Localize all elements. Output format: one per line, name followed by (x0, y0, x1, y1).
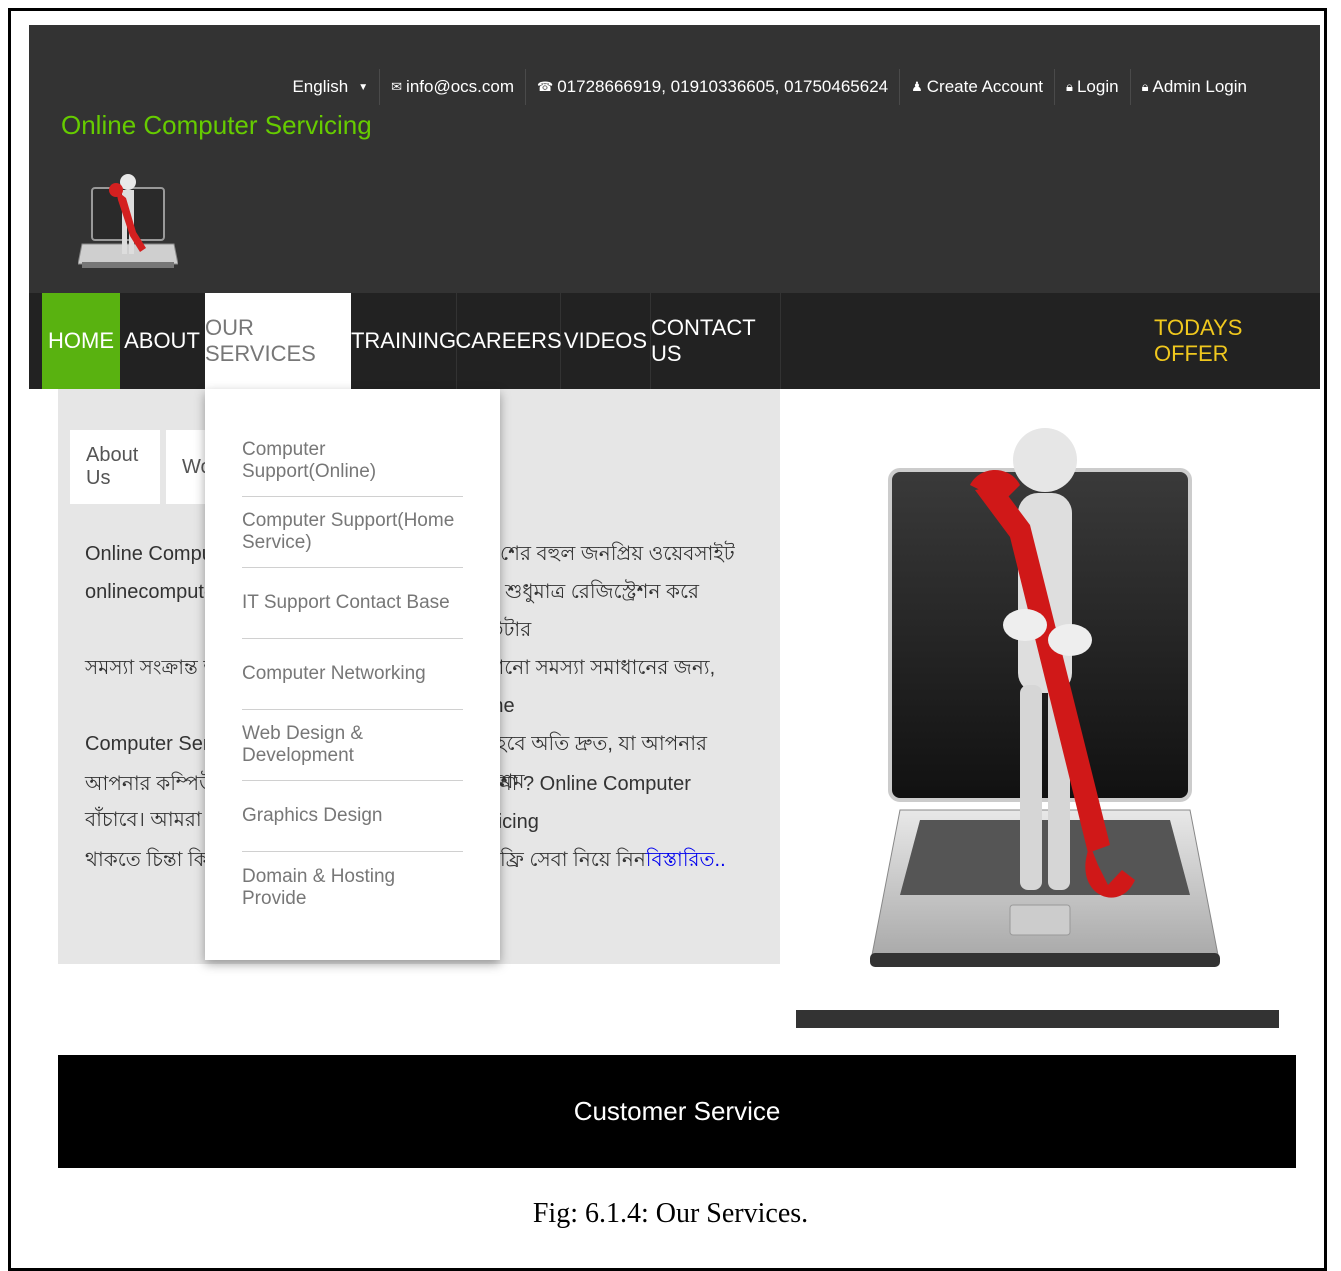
email-link[interactable]: ✉ info@ocs.com (379, 69, 525, 105)
create-account-label: Create Account (926, 77, 1044, 96)
customer-service-bar: Customer Service (58, 1055, 1296, 1168)
slider-indicator-bar[interactable] (796, 1010, 1279, 1028)
nav-todays-offer[interactable]: TODAYS OFFER (1154, 293, 1294, 389)
nav-home[interactable]: HOME (42, 293, 120, 389)
phone-icon: ☎ (537, 79, 554, 94)
dropdown-item[interactable]: Web Design & Development (242, 710, 463, 781)
dropdown-item[interactable]: Computer Networking (242, 639, 463, 710)
nav-contact-us[interactable]: CONTACT US (651, 293, 781, 389)
nav-our-services[interactable]: OUR SERVICES (205, 293, 351, 389)
dropdown-item[interactable]: IT Support Contact Base (242, 568, 463, 639)
language-selector[interactable]: English ▼ (281, 69, 379, 105)
top-bar: English ▼ ✉ info@ocs.com ☎ 01728666919, … (281, 69, 1258, 105)
user-icon: ♟ (911, 79, 923, 94)
nav-videos[interactable]: VIDEOS (561, 293, 651, 389)
figure-caption: Fig: 6.1.4: Our Services. (532, 1198, 809, 1229)
envelope-icon: ✉ (391, 79, 403, 94)
login-label: Login (1076, 77, 1119, 96)
main-nav: HOME ABOUT OUR SERVICES TRAINING CAREERS… (29, 293, 1320, 389)
admin-login-label: Admin Login (1152, 77, 1247, 96)
services-dropdown: Computer Support(Online) Computer Suppor… (205, 389, 500, 960)
nav-careers[interactable]: CAREERS (455, 293, 562, 389)
login-link[interactable]: 🔒︎ Login (1054, 69, 1130, 105)
dropdown-item[interactable]: Domain & Hosting Provide (242, 852, 463, 923)
logo-laptop-wrench-icon[interactable] (78, 168, 178, 270)
dropdown-item[interactable]: Graphics Design (242, 781, 463, 852)
lock-icon: 🔒︎ (1141, 79, 1149, 94)
phone-text: 01728666919, 01910336605, 01750465624 (557, 77, 889, 96)
dropdown-item[interactable]: Computer Support(Online) (242, 426, 463, 497)
caret-down-icon: ▼ (358, 81, 369, 93)
customer-service-label[interactable]: Customer Service (574, 1096, 781, 1127)
nav-about[interactable]: ABOUT (120, 293, 204, 389)
email-text: info@ocs.com (406, 77, 515, 96)
create-account-link[interactable]: ♟ Create Account (899, 69, 1054, 105)
site-header: English ▼ ✉ info@ocs.com ☎ 01728666919, … (29, 25, 1320, 293)
admin-login-link[interactable]: 🔒︎ Admin Login (1129, 69, 1258, 105)
tab-about-us[interactable]: About Us (70, 430, 160, 504)
phone-info: ☎ 01728666919, 01910336605, 01750465624 (525, 69, 899, 105)
site-brand[interactable]: Online Computer Servicing (61, 110, 372, 141)
dropdown-item[interactable]: Computer Support(Home Service) (242, 497, 463, 568)
hero-laptop-wrench-image (870, 428, 1220, 967)
nav-training[interactable]: TRAINING (351, 293, 457, 389)
read-more-link[interactable]: বিস্তারিত.. (646, 841, 726, 879)
lock-icon: 🔒︎ (1066, 79, 1073, 94)
language-label: English (292, 77, 349, 96)
